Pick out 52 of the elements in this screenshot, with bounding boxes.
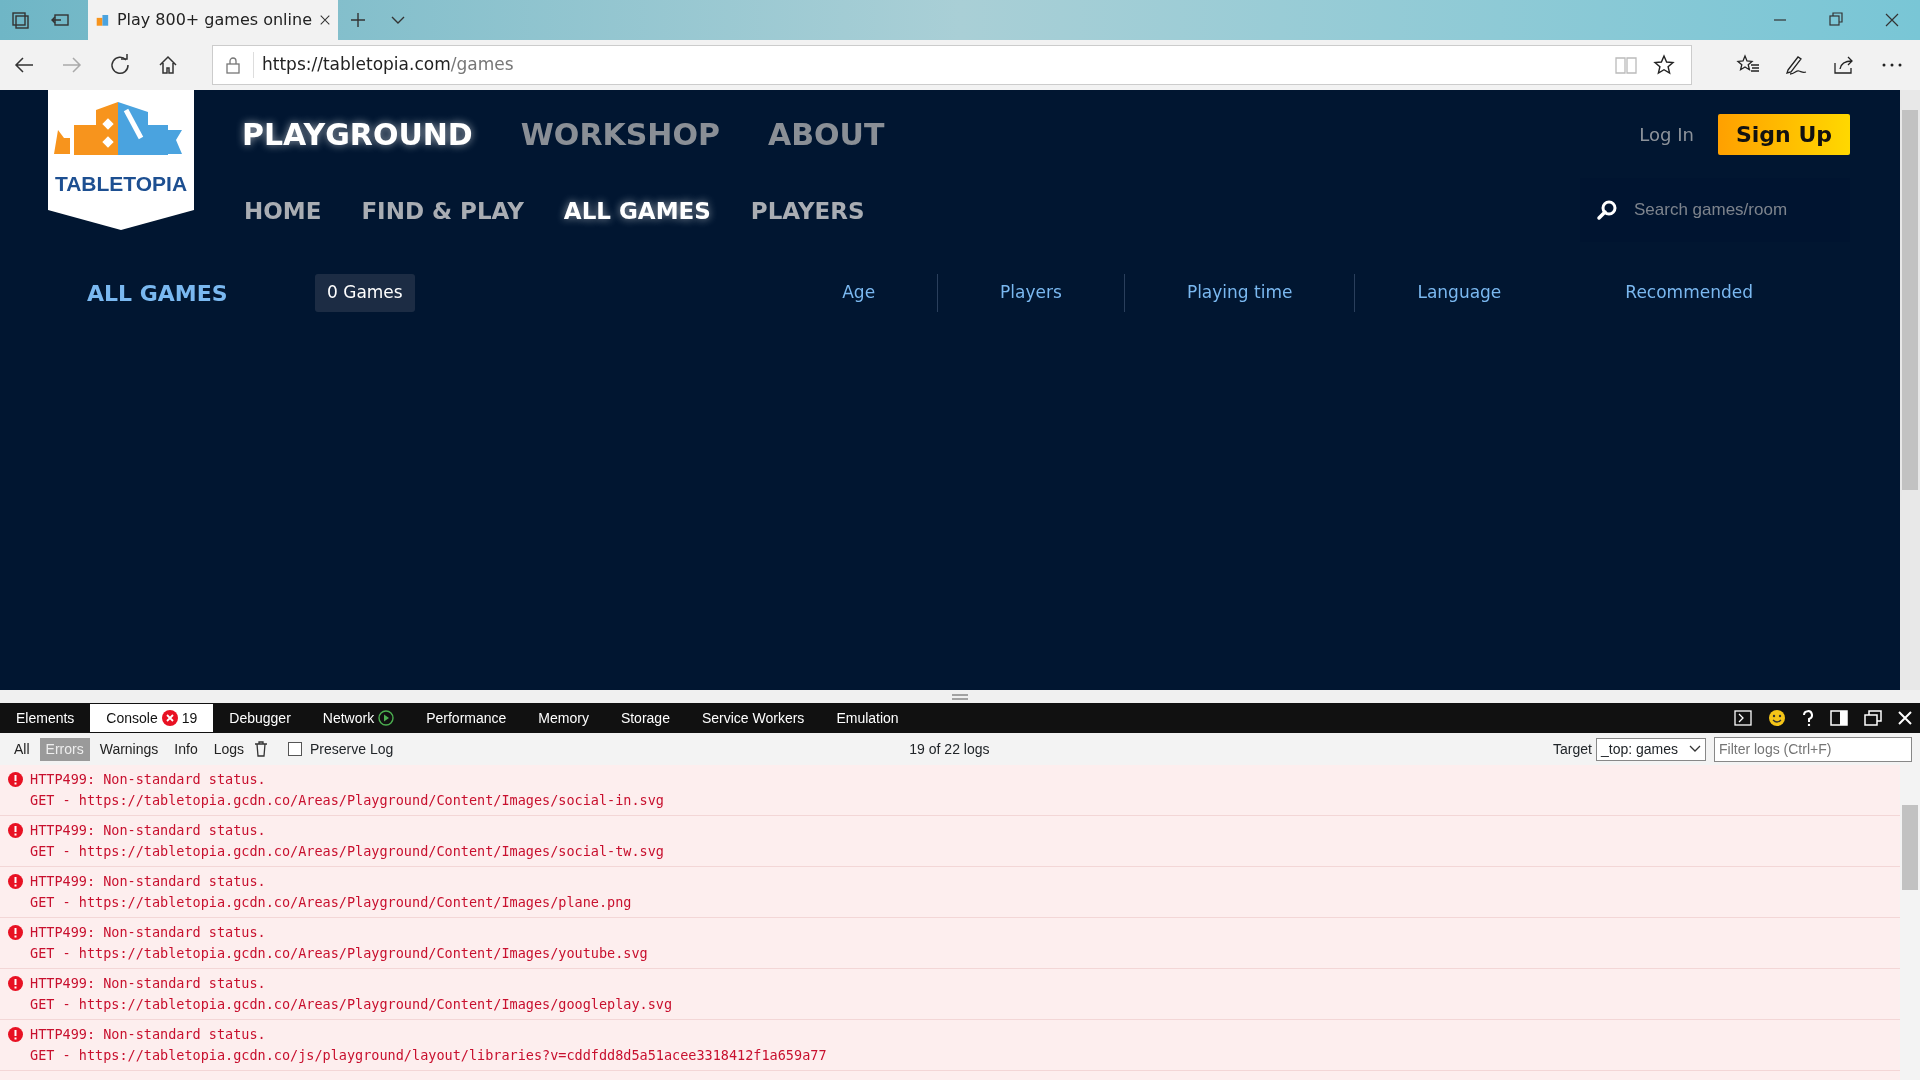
login-link[interactable]: Log In (1639, 120, 1694, 148)
url-text: https://tabletopia.com/games (253, 52, 514, 78)
log-message: HTTP499: Non-standard status. (30, 923, 267, 942)
browser-tab[interactable]: Play 800+ games online (88, 0, 338, 40)
filter-link[interactable]: Players (938, 280, 1124, 306)
filter-link[interactable]: Recommended (1563, 280, 1815, 306)
filter-field[interactable]: Filter logs (Ctrl+F) (1714, 736, 1912, 762)
tab-title: Play 800+ games online (116, 9, 312, 31)
filter-link[interactable]: Age (780, 280, 938, 306)
devtools-tab[interactable]: Performance (410, 704, 523, 732)
log-message: HTTP499: Non-standard status. (30, 1025, 267, 1044)
address-bar[interactable]: https://tabletopia.com/games (212, 45, 1692, 85)
log-request: GET - https://tabletopia.gcdn.co/Areas/Playground/Content/Images/social-tw.svg (30, 842, 665, 861)
devtools-tab[interactable]: Storage (604, 704, 686, 732)
primary-nav-link[interactable]: PLAYGROUND (242, 111, 473, 157)
secondary-nav-link[interactable]: PLAYERS (750, 193, 865, 229)
log-request: GET - https://tabletopia.gcdn.co/Areas/Playground/Content/Images/plane.png (30, 893, 633, 912)
target-label: Target (1553, 739, 1592, 759)
log-request: GET - https://tabletopia.gcdn.co/Areas/Playground/Content/Images/social-in.svg (30, 791, 665, 810)
secondary-nav-link[interactable]: ALL GAMES (563, 193, 711, 229)
log-request: GET - https://tabletopia.gcdn.co/Areas/Playground/Content/Images/youtube.svg (30, 944, 649, 963)
secondary-nav-link[interactable]: FIND & PLAY (361, 193, 524, 229)
target-select[interactable]: _top: games (1596, 737, 1706, 761)
primary-nav-link[interactable]: ABOUT (767, 111, 885, 157)
sign-up-button[interactable]: Sign Up (1717, 113, 1850, 155)
log-level-filter[interactable]: Info (168, 737, 204, 761)
devtools-tab[interactable]: Debugger (213, 704, 307, 732)
primary-nav-link[interactable]: WORKSHOP (520, 111, 720, 157)
devtools-tab[interactable]: Service Workers (685, 704, 821, 732)
preserve-log-checkbox[interactable]: Preserve Log (288, 738, 394, 760)
log-count: 19 of 22 logs (909, 739, 990, 759)
log-level-filter[interactable]: All (8, 737, 36, 761)
log-message: HTTP499: Non-standard status. (30, 821, 267, 840)
secondary-nav-link[interactable]: HOME (244, 193, 322, 229)
log-level-filter[interactable]: Logs (207, 737, 251, 761)
devtools-tab[interactable]: Emulation (820, 704, 915, 732)
devtools-tab[interactable]: Network (306, 704, 411, 732)
games-count: 0 Games (315, 274, 415, 312)
log-level-filter[interactable]: Warnings (93, 737, 165, 761)
devtools-tab[interactable]: Console 19 (90, 704, 214, 732)
log-request: GET - https://tabletopia.gcdn.co/js/playground/layout/libraries?v=cddfdd8d5a51acee3318412f1a659a77 (30, 1046, 828, 1065)
filter-link[interactable]: Playing time (1124, 280, 1355, 306)
filter-link[interactable]: Language (1355, 280, 1564, 306)
page-heading: ALL GAMES (87, 279, 229, 308)
log-message: HTTP499: Non-standard status. (30, 872, 267, 891)
search-field[interactable]: Search games/room (1634, 197, 1834, 223)
log-message: HTTP499: Non-standard status. (30, 770, 267, 789)
devtools-tab[interactable]: Memory (522, 704, 605, 732)
devtools-tab[interactable]: Elements (0, 704, 91, 732)
log-request: GET - https://tabletopia.gcdn.co/Areas/Playground/Content/Images/googleplay.svg (30, 995, 674, 1014)
log-message: HTTP499: Non-standard status. (30, 974, 267, 993)
logo-text: TABLETOPIA (53, 171, 189, 197)
